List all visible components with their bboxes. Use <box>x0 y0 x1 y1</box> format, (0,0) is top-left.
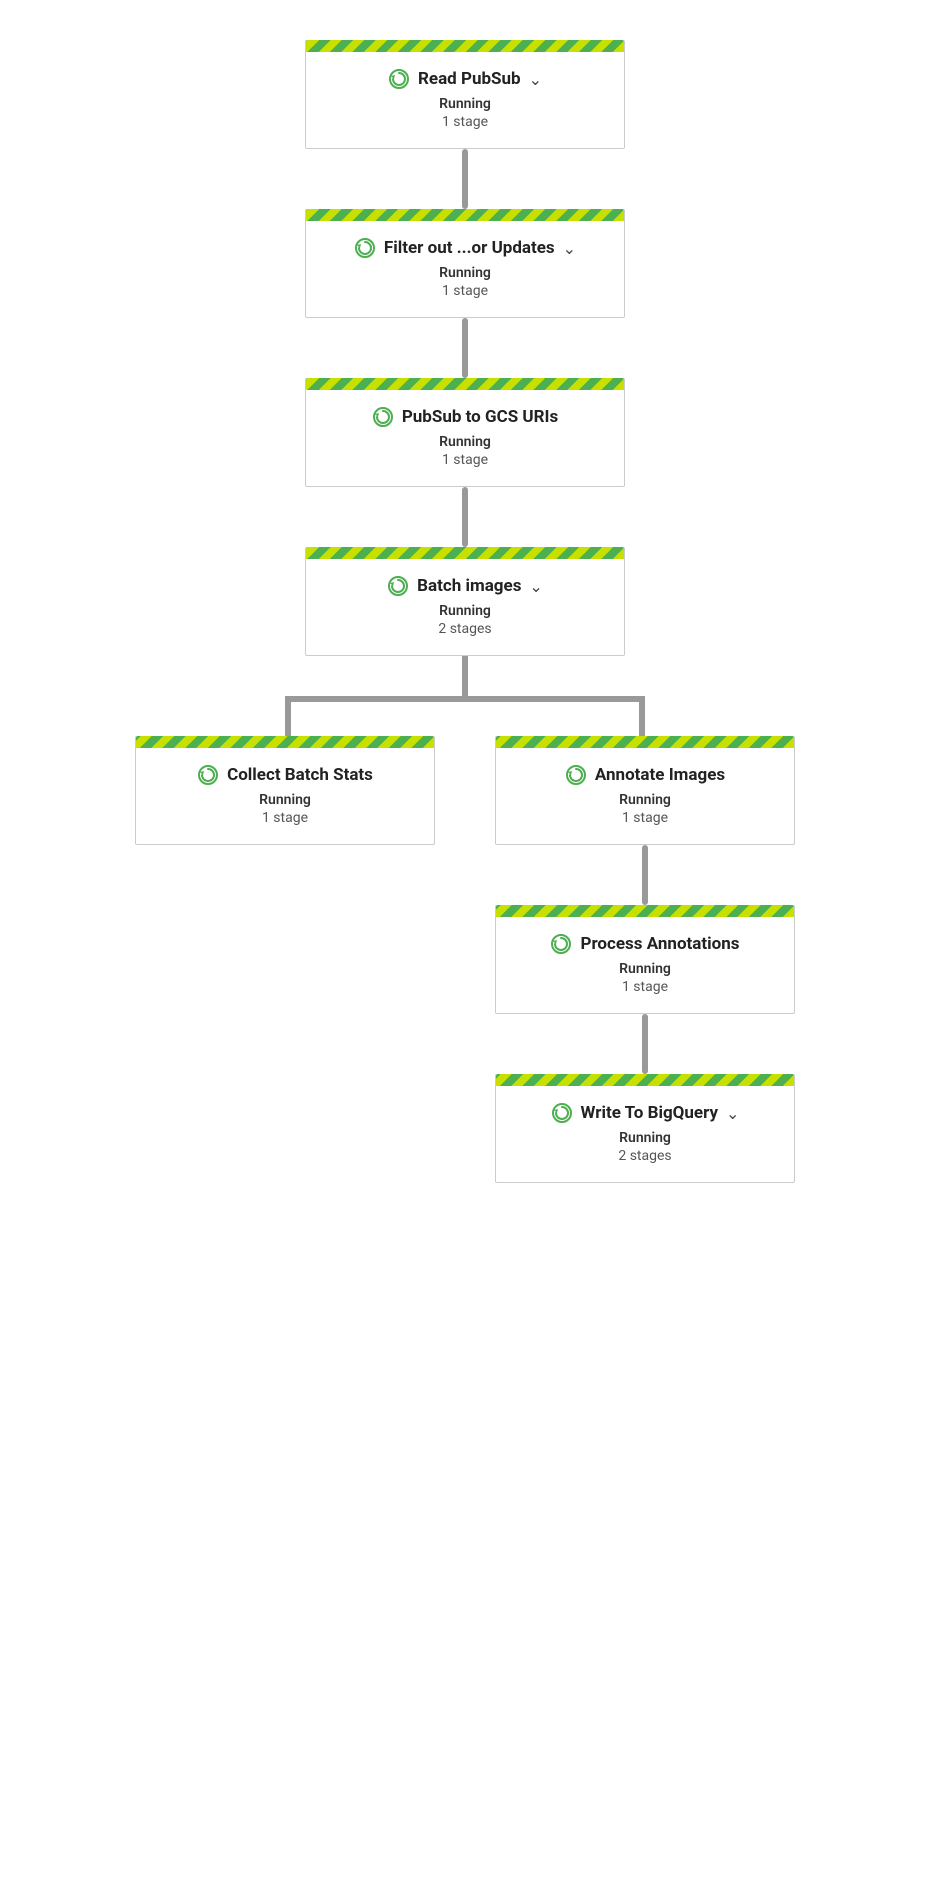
connector-2-3 <box>462 318 468 378</box>
pipeline-container: Read PubSub ⌄ Running 1 stage Filter out… <box>0 0 930 1880</box>
chevron-icon-read-pubsub[interactable]: ⌄ <box>529 70 542 89</box>
node-status-batch-images: Running <box>439 603 491 619</box>
fork-svg <box>115 656 815 736</box>
node-card-annotate-images[interactable]: Annotate Images Running 1 stage <box>495 736 795 845</box>
node-header-stripe <box>496 905 794 917</box>
connector-annotate-process <box>642 845 648 905</box>
running-icon <box>565 764 587 786</box>
node-header-stripe <box>306 378 624 390</box>
node-status-process-annotations: Running <box>619 961 671 977</box>
node-stages-annotate-images: 1 stage <box>622 810 668 826</box>
node-stages-filter-out: 1 stage <box>442 283 488 299</box>
node-stages-batch-images: 2 stages <box>438 621 491 637</box>
chevron-icon-write-bigquery[interactable]: ⌄ <box>726 1104 739 1123</box>
node-card-batch-images[interactable]: Batch images ⌄ Running 2 stages <box>305 547 625 656</box>
node-title-process-annotations: Process Annotations <box>580 934 739 954</box>
node-header-stripe <box>496 736 794 748</box>
node-section-batch-images: Batch images ⌄ Running 2 stages <box>305 547 625 656</box>
node-title-row: Batch images ⌄ <box>322 575 608 597</box>
node-section-filter-out: Filter out ...or Updates ⌄ Running 1 sta… <box>305 209 625 318</box>
running-icon <box>387 575 409 597</box>
node-section-read-pubsub: Read PubSub ⌄ Running 1 stage <box>305 40 625 149</box>
node-status-filter-out: Running <box>439 265 491 281</box>
node-title-row: PubSub to GCS URIs <box>322 406 608 428</box>
node-header-stripe <box>496 1074 794 1086</box>
node-title-row: Write To BigQuery ⌄ <box>512 1102 778 1124</box>
running-icon <box>354 237 376 259</box>
running-icon <box>550 933 572 955</box>
node-stages-write-bigquery: 2 stages <box>618 1148 671 1164</box>
running-icon <box>551 1102 573 1124</box>
node-title-write-bigquery: Write To BigQuery <box>581 1103 718 1123</box>
branch-left: Collect Batch Stats Running 1 stage <box>115 736 455 845</box>
branch-right: Annotate Images Running 1 stage <box>475 736 815 1183</box>
node-title-collect-batch-stats: Collect Batch Stats <box>227 765 373 785</box>
node-title-annotate-images: Annotate Images <box>595 765 725 785</box>
node-header-stripe <box>306 547 624 559</box>
node-stages-pubsub-gcs: 1 stage <box>442 452 488 468</box>
node-card-pubsub-gcs[interactable]: PubSub to GCS URIs Running 1 stage <box>305 378 625 487</box>
node-stages-process-annotations: 1 stage <box>622 979 668 995</box>
connector-1-2 <box>462 149 468 209</box>
node-status-pubsub-gcs: Running <box>439 434 491 450</box>
node-title-read-pubsub: Read PubSub <box>418 69 521 89</box>
running-icon <box>388 68 410 90</box>
running-icon <box>372 406 394 428</box>
node-status-read-pubsub: Running <box>439 96 491 112</box>
node-header-stripe <box>306 209 624 221</box>
node-header-stripe <box>136 736 434 748</box>
node-title-row: Filter out ...or Updates ⌄ <box>322 237 608 259</box>
node-card-process-annotations[interactable]: Process Annotations Running 1 stage <box>495 905 795 1014</box>
node-header-stripe <box>306 40 624 52</box>
node-section-pubsub-gcs: PubSub to GCS URIs Running 1 stage <box>305 378 625 487</box>
node-card-collect-batch-stats[interactable]: Collect Batch Stats Running 1 stage <box>135 736 435 845</box>
node-card-filter-out[interactable]: Filter out ...or Updates ⌄ Running 1 sta… <box>305 209 625 318</box>
node-card-read-pubsub[interactable]: Read PubSub ⌄ Running 1 stage <box>305 40 625 149</box>
connector-3-4 <box>462 487 468 547</box>
connector-process-bigquery <box>642 1014 648 1074</box>
chevron-icon-filter-out[interactable]: ⌄ <box>563 239 576 258</box>
node-title-batch-images: Batch images <box>417 576 521 596</box>
node-title-row: Annotate Images <box>512 764 778 786</box>
fork-connector <box>115 656 815 736</box>
node-title-row: Read PubSub ⌄ <box>322 68 608 90</box>
node-card-write-bigquery[interactable]: Write To BigQuery ⌄ Running 2 stages <box>495 1074 795 1183</box>
chevron-icon-batch-images[interactable]: ⌄ <box>529 577 542 596</box>
node-status-annotate-images: Running <box>619 792 671 808</box>
node-title-row: Process Annotations <box>512 933 778 955</box>
fork-branches: Collect Batch Stats Running 1 stage <box>115 736 815 1183</box>
running-icon <box>197 764 219 786</box>
node-status-write-bigquery: Running <box>619 1130 671 1146</box>
node-stages-collect-batch-stats: 1 stage <box>262 810 308 826</box>
node-title-pubsub-gcs: PubSub to GCS URIs <box>402 407 558 427</box>
node-stages-read-pubsub: 1 stage <box>442 114 488 130</box>
node-title-filter-out: Filter out ...or Updates <box>384 238 555 258</box>
node-status-collect-batch-stats: Running <box>259 792 311 808</box>
node-title-row: Collect Batch Stats <box>152 764 418 786</box>
